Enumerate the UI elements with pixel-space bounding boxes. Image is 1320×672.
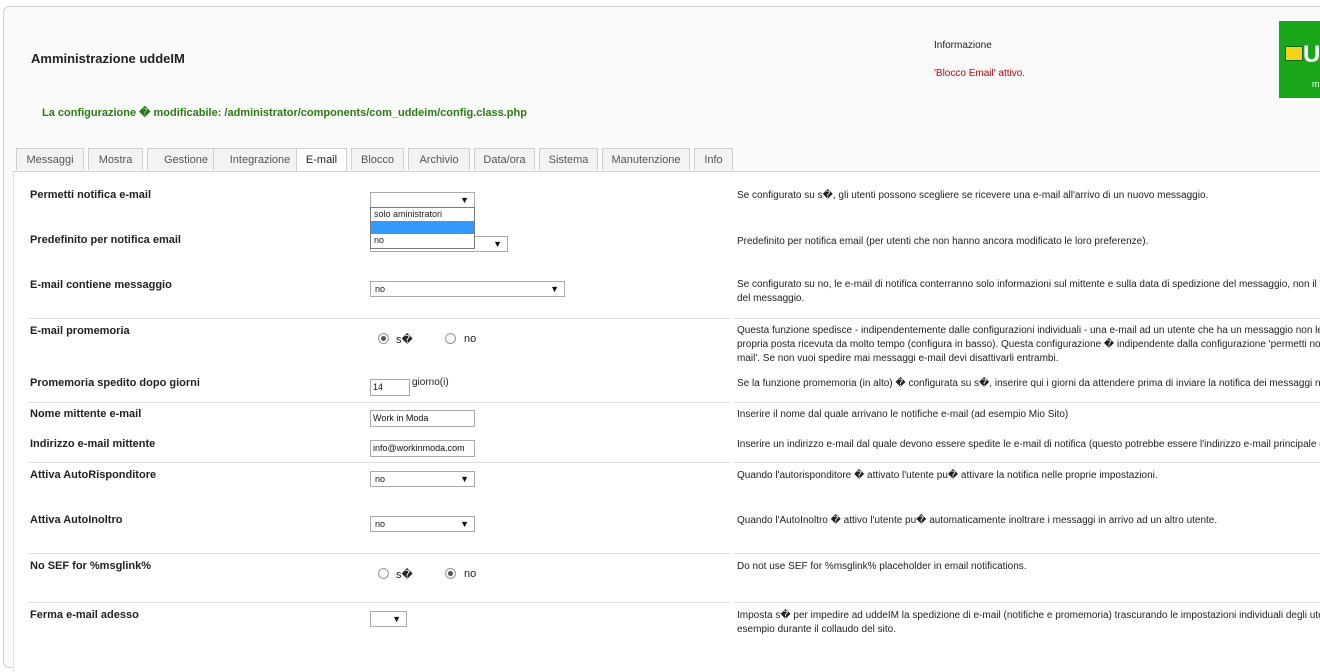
logo-subtext: m	[1312, 79, 1320, 89]
config-notice: La configurazione � modificabile: /admin…	[42, 107, 527, 119]
no-sef-yes-label: s�	[396, 569, 413, 581]
sender-name-description: Inserire il nome dal quale arrivano le n…	[737, 409, 1069, 420]
autoresponder-select[interactable]: no ▼	[370, 471, 475, 487]
autoresponder-label: Attiva AutoRisponditore	[30, 469, 157, 481]
reminder-yes-radio[interactable]	[378, 333, 389, 344]
default-notify-label: Predefinito per notifica email	[30, 234, 181, 246]
row-divider	[28, 318, 730, 319]
row-divider	[735, 402, 1320, 403]
notify-label: Permetti notifica e-mail	[30, 189, 152, 201]
reminder-days-unit: giorno(i)	[412, 377, 449, 388]
reminder-days-input[interactable]: 14	[370, 379, 410, 396]
row-divider	[28, 402, 730, 403]
tab-email[interactable]: E-mail	[296, 148, 347, 172]
stop-email-select[interactable]: ▼	[370, 611, 407, 627]
tab-archivio[interactable]: Archivio	[408, 148, 470, 170]
reminder-description-3: mail'. Se non vuoi spedire mai messaggi …	[737, 353, 1059, 364]
row-divider	[735, 318, 1320, 319]
no-sef-yes-radio[interactable]	[378, 568, 389, 579]
row-divider	[735, 602, 1320, 603]
no-sef-no-radio[interactable]	[445, 568, 456, 579]
dropdown-option[interactable]: solo aministratori	[371, 208, 474, 221]
sender-address-description: Inserire un indirizzo e-mail dal quale d…	[737, 439, 1320, 450]
dropdown-option-highlighted[interactable]	[371, 221, 474, 234]
notify-dropdown-list: solo aministratori no	[370, 207, 475, 249]
tab-integrazione[interactable]: Integrazione	[213, 148, 307, 170]
row-divider	[735, 462, 1320, 463]
reminder-days-label: Promemoria spedito dopo giorni	[30, 377, 200, 389]
tab-info[interactable]: Info	[694, 148, 733, 170]
no-sef-description: Do not use SEF for %msglink% placeholder…	[737, 561, 1027, 572]
reminder-description-2: propria posta ricevuta da molto tempo (c…	[737, 339, 1320, 350]
tab-sistema[interactable]: Sistema	[539, 148, 598, 170]
chevron-down-icon: ▼	[460, 519, 469, 529]
uddeim-logo: U m	[1279, 21, 1320, 98]
email-contains-select-value: no	[375, 284, 386, 294]
notify-description: Se configurato su s�, gli utenti possono…	[737, 190, 1209, 201]
logo-text: U	[1303, 41, 1320, 68]
chevron-down-icon: ▼	[493, 239, 502, 249]
reminder-days-description: Se la funzione promemoria (in alto) � co…	[737, 378, 1320, 389]
no-sef-label: No SEF for %msglink%	[30, 560, 152, 572]
reminder-yes-label: s�	[396, 334, 413, 346]
autoforward-select-value: no	[375, 519, 386, 529]
email-contains-description-2: del messaggio.	[737, 293, 805, 304]
reminder-no-radio[interactable]	[445, 333, 456, 344]
email-contains-label: E-mail contiene messaggio	[30, 279, 172, 291]
tab-mostra[interactable]: Mostra	[88, 148, 143, 170]
chevron-down-icon: ▼	[460, 195, 469, 205]
row-divider	[28, 602, 730, 603]
autoforward-select[interactable]: no ▼	[370, 516, 475, 532]
tab-manutenzione[interactable]: Manutenzione	[602, 148, 690, 170]
chevron-down-icon: ▼	[460, 474, 469, 484]
reminder-description-1: Questa funzione spedisce - indipendentem…	[737, 325, 1320, 336]
email-contains-description-1: Se configurato su no, le e-mail di notif…	[737, 279, 1320, 290]
sender-address-label: Indirizzo e-mail mittente	[30, 438, 156, 450]
autoforward-label: Attiva AutoInoltro	[30, 514, 123, 526]
row-divider	[28, 462, 730, 463]
sender-name-input[interactable]: Work in Moda	[370, 410, 475, 427]
notify-select[interactable]: ▼	[370, 192, 475, 208]
stop-email-description-2: esempio durante il collaudo del sito.	[737, 624, 896, 635]
autoresponder-select-value: no	[375, 474, 386, 484]
info-title: Informazione	[934, 40, 992, 51]
chevron-down-icon: ▼	[550, 284, 559, 294]
tab-messaggi[interactable]: Messaggi	[16, 148, 84, 170]
reminder-no-label: no	[464, 333, 477, 345]
logo-mark-icon	[1285, 46, 1303, 61]
email-contains-select[interactable]: no ▼	[370, 281, 565, 297]
autoresponder-description: Quando l'autorisponditore � attivato l'u…	[737, 470, 1158, 481]
page-title: Amministrazione uddeIM	[31, 51, 185, 66]
info-message: 'Blocco Email' attivo.	[934, 68, 1026, 79]
dropdown-option[interactable]: no	[371, 234, 474, 247]
row-divider	[735, 553, 1320, 554]
stop-email-description-1: Imposta s� per impedire ad uddeIM la spe…	[737, 610, 1320, 621]
stop-email-label: Ferma e-mail adesso	[30, 609, 139, 621]
no-sef-no-label: no	[464, 568, 477, 580]
tab-blocco[interactable]: Blocco	[351, 148, 404, 170]
sender-name-label: Nome mittente e-mail	[30, 408, 142, 420]
reminder-label: E-mail promemoria	[30, 325, 130, 337]
row-divider	[28, 553, 730, 554]
sender-address-input[interactable]: info@workinmoda.com	[370, 440, 475, 457]
chevron-down-icon: ▼	[392, 614, 401, 624]
autoforward-description: Quando l'AutoInoltro � attivo l'utente p…	[737, 515, 1218, 526]
tab-data-ora[interactable]: Data/ora	[474, 148, 535, 170]
default-notify-description: Predefinito per notifica email (per uten…	[737, 236, 1149, 247]
